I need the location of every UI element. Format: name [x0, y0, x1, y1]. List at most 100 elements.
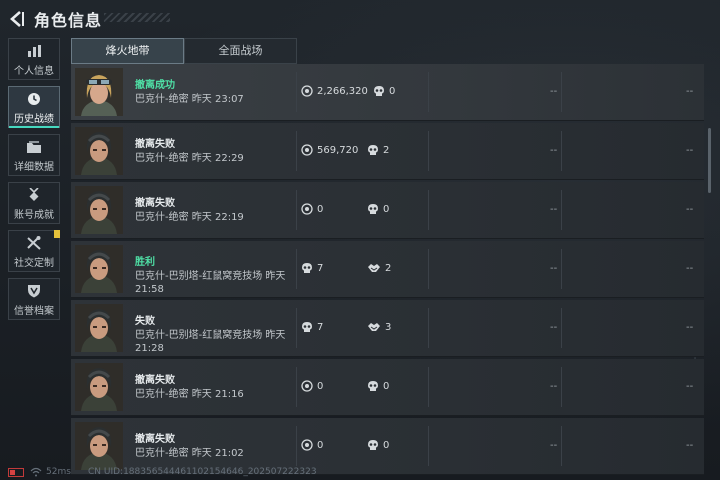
operator-avatar	[75, 245, 123, 293]
skull-icon	[367, 203, 379, 215]
page-title: 角色信息	[34, 11, 103, 30]
sidebar-item-detailed-data[interactable]: 详细数据	[8, 134, 60, 176]
empty-value: --	[686, 204, 694, 215]
sidebar-item-label: 详细数据	[14, 162, 54, 173]
divider	[428, 367, 429, 407]
sidebar-item-achievements[interactable]: 账号成就	[8, 182, 60, 224]
stat-text: 0	[389, 85, 396, 97]
coin-icon	[301, 85, 313, 97]
match-time: 昨天 23:07	[191, 94, 244, 105]
tools-icon	[27, 236, 41, 250]
coin-icon	[301, 380, 313, 392]
stat-text: 569,720	[317, 144, 359, 156]
match-map: 巴克什-巴别塔-红鼠窝竞技场	[135, 271, 263, 282]
tab-full-battlefield[interactable]: 全面战场	[184, 38, 297, 64]
stat-text: 7	[317, 321, 324, 333]
stat-kills: 7	[301, 262, 323, 274]
medal-icon	[29, 188, 39, 201]
match-time: 昨天 22:19	[191, 212, 244, 223]
list-scrollbar[interactable]	[708, 128, 711, 193]
uid-text: CN UID:188356544461102154646_20250722232…	[88, 467, 317, 477]
operator-avatar	[75, 68, 123, 116]
sidebar-item-reputation[interactable]: 信誉档案	[8, 278, 60, 320]
match-result: 撤离失败	[135, 198, 175, 209]
match-row[interactable]: 撤离失败 巴克什-绝密 昨天 22:29 569,720 2 -- --	[71, 123, 704, 180]
divider	[561, 72, 562, 112]
sidebar-item-label: 社交定制	[14, 258, 54, 269]
handshake-icon	[367, 321, 381, 333]
stat-text: 7	[317, 262, 324, 274]
skull-icon	[367, 439, 379, 451]
empty-value: --	[686, 86, 694, 97]
divider	[428, 72, 429, 112]
match-map: 巴克什-巴别塔-红鼠窝竞技场	[135, 330, 263, 341]
empty-value: --	[550, 86, 558, 97]
divider	[428, 308, 429, 348]
stat-text: 3	[385, 321, 392, 333]
stat-kills: 0	[367, 439, 389, 451]
divider	[296, 308, 297, 348]
sidebar-item-label: 个人信息	[14, 66, 54, 77]
stat-value: 0	[301, 380, 323, 392]
sidebar-item-social-custom[interactable]: 社交定制	[8, 230, 60, 272]
battery-icon	[8, 468, 24, 477]
stat-text: 0	[317, 203, 324, 215]
divider	[296, 190, 297, 230]
match-history-list: 撤离成功 巴克什-绝密 昨天 23:07 2,266,320 0 -- -- 撤…	[71, 64, 704, 477]
stat-text: 2,266,320	[317, 85, 368, 97]
match-result: 撤离成功	[135, 80, 175, 91]
operator-avatar	[75, 363, 123, 411]
match-result: 撤离失败	[135, 434, 175, 445]
back-arrow-icon[interactable]	[8, 10, 26, 28]
skull-icon	[373, 85, 385, 97]
sidebar-item-label: 账号成就	[14, 210, 54, 221]
skull-icon	[301, 262, 313, 274]
match-result: 失败	[135, 316, 155, 327]
skull-icon	[367, 380, 379, 392]
stat-kills: 0	[373, 85, 395, 97]
empty-value: --	[686, 145, 694, 156]
empty-value: --	[686, 440, 694, 451]
match-info: 巴克什-绝密 昨天 22:19	[135, 211, 295, 224]
match-map: 巴克什-绝密	[135, 153, 189, 164]
empty-value: --	[550, 381, 558, 392]
operator-avatar	[75, 304, 123, 352]
tab-haven-zone[interactable]: 烽火地带	[71, 38, 184, 64]
divider	[428, 249, 429, 289]
wifi-icon	[30, 467, 42, 477]
sidebar-item-personal-info[interactable]: 个人信息	[8, 38, 60, 80]
handshake-icon	[367, 262, 381, 274]
stat-text: 2	[385, 262, 392, 274]
match-row[interactable]: 失败 巴克什-巴别塔-红鼠窝竞技场 昨天 21:28 7 3 -- --	[71, 300, 704, 357]
stat-assists: 2	[367, 262, 391, 274]
coin-icon	[301, 439, 313, 451]
stat-text: 0	[383, 203, 390, 215]
match-map: 巴克什-绝密	[135, 389, 189, 400]
folder-icon	[27, 141, 41, 153]
divider	[561, 426, 562, 466]
divider	[561, 367, 562, 407]
stat-text: 2	[383, 144, 390, 156]
match-time: 昨天 22:29	[191, 153, 244, 164]
match-row[interactable]: 撤离失败 巴克什-绝密 昨天 22:19 0 0 -- --	[71, 182, 704, 239]
empty-value: --	[686, 381, 694, 392]
match-row[interactable]: 撤离成功 巴克什-绝密 昨天 23:07 2,266,320 0 -- --	[71, 64, 704, 121]
stat-value: 0	[301, 203, 323, 215]
match-result: 撤离失败	[135, 139, 175, 150]
empty-value: --	[550, 440, 558, 451]
empty-value: --	[550, 204, 558, 215]
header: 角色信息	[0, 0, 720, 36]
match-map: 巴克什-绝密	[135, 94, 189, 105]
match-info: 巴克什-绝密 昨天 21:16	[135, 388, 295, 401]
stat-kills: 0	[367, 380, 389, 392]
match-info: 巴克什-巴别塔-红鼠窝竞技场 昨天 21:58	[135, 270, 295, 296]
match-row[interactable]: 胜利 巴克什-巴别塔-红鼠窝竞技场 昨天 21:58 7 2 -- --	[71, 241, 704, 298]
divider	[296, 367, 297, 407]
bar-chart-icon	[28, 45, 41, 57]
divider	[428, 426, 429, 466]
notification-badge	[54, 230, 60, 238]
operator-avatar	[75, 127, 123, 175]
match-row[interactable]: 撤离失败 巴克什-绝密 昨天 21:16 0 0 -- --	[71, 359, 704, 416]
divider	[561, 131, 562, 171]
sidebar-item-history[interactable]: 历史战绩	[8, 86, 60, 128]
